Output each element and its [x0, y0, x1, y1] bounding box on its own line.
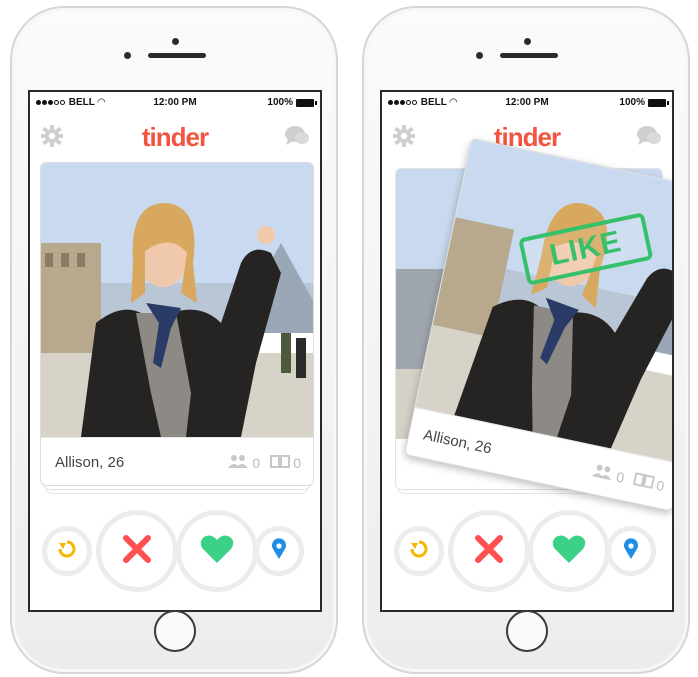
battery-icon — [648, 98, 669, 107]
friends-icon — [227, 454, 249, 471]
rewind-icon — [409, 539, 429, 564]
card-footer: Allison, 26 0 0 — [41, 437, 313, 485]
chat-bubble-icon[interactable] — [284, 124, 310, 153]
friends-icon — [590, 462, 615, 483]
card-stack: Allison, 26 0 0 — [40, 162, 314, 494]
phone-left: BELL ◠ 12:00 PM 100% tinder Allison, 26 … — [10, 6, 338, 674]
profile-stats: 0 0 — [227, 454, 301, 471]
home-button[interactable] — [506, 610, 548, 652]
front-camera — [524, 38, 531, 45]
screen: BELL ◠ 12:00 PM 100% tinder — [380, 90, 674, 612]
battery-icon — [296, 98, 317, 107]
profile-card[interactable]: Allison, 26 0 0 — [40, 162, 314, 486]
heart-icon — [552, 534, 586, 569]
battery: 100% — [619, 97, 669, 108]
card-stack: LIKE Allison, 26 0 0 — [392, 137, 672, 512]
tinder-logo: tinder — [141, 122, 209, 152]
proximity-sensor — [124, 52, 131, 59]
top-nav: tinder — [30, 112, 320, 160]
book-icon — [270, 454, 291, 471]
boost-button[interactable] — [606, 526, 656, 576]
rewind-button[interactable] — [42, 526, 92, 576]
phone-right: BELL ◠ 12:00 PM 100% tinder LIKE Allison… — [362, 6, 690, 674]
nope-button[interactable] — [96, 510, 178, 592]
rewind-button[interactable] — [394, 526, 444, 576]
profile-name: Allison, 26 — [55, 454, 125, 471]
home-button[interactable] — [154, 610, 196, 652]
status-bar: BELL ◠ 12:00 PM 100% — [30, 97, 320, 111]
front-camera — [172, 38, 179, 45]
action-bar — [382, 510, 672, 592]
boost-button[interactable] — [254, 526, 304, 576]
profile-stats: 0 0 — [590, 462, 666, 494]
battery: 100% — [267, 97, 317, 108]
status-bar: BELL ◠ 12:00 PM 100% — [382, 97, 672, 111]
proximity-sensor — [476, 52, 483, 59]
like-button[interactable] — [176, 510, 258, 592]
action-bar — [30, 510, 320, 592]
like-button[interactable] — [528, 510, 610, 592]
location-pin-icon — [271, 537, 287, 565]
tinder-logo: tinder — [493, 122, 561, 152]
location-pin-icon — [623, 537, 639, 565]
chat-bubble-icon[interactable] — [636, 124, 662, 153]
x-icon — [474, 534, 504, 569]
heart-icon — [200, 534, 234, 569]
earpiece-speaker — [148, 53, 206, 58]
nope-button[interactable] — [448, 510, 530, 592]
profile-name: Allison, 26 — [421, 426, 494, 458]
x-icon — [122, 534, 152, 569]
rewind-icon — [57, 539, 77, 564]
screen: BELL ◠ 12:00 PM 100% tinder — [28, 90, 322, 612]
book-icon — [632, 471, 656, 492]
profile-photo — [41, 163, 313, 437]
earpiece-speaker — [500, 53, 558, 58]
